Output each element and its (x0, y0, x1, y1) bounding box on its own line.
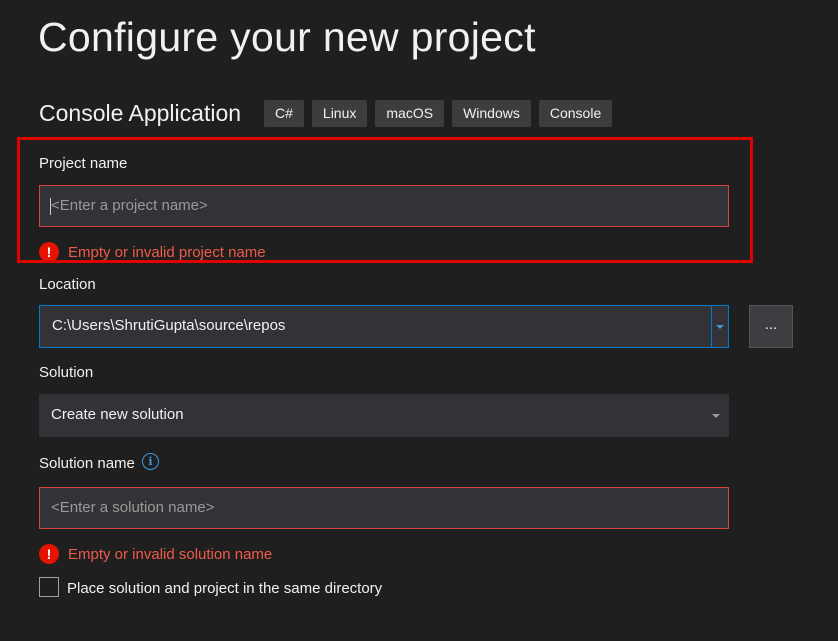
chevron-down-icon (716, 324, 724, 329)
same-directory-checkbox[interactable] (39, 577, 59, 597)
location-value: C:\Users\ShrutiGupta\source\repos (52, 317, 286, 334)
template-name: Console Application (39, 100, 242, 126)
solution-select[interactable]: Create new solution (39, 394, 729, 437)
solution-label: Solution (39, 364, 94, 381)
solution-name-error: ! Empty or invalid solution name (39, 544, 272, 564)
tag-windows: Windows (452, 100, 531, 127)
error-icon: ! (39, 544, 59, 564)
solution-name-error-text: Empty or invalid solution name (68, 545, 273, 563)
info-icon[interactable]: i (142, 453, 159, 470)
tag-linux: Linux (311, 100, 368, 127)
browse-button[interactable]: ... (749, 305, 793, 348)
chevron-down-icon (712, 413, 720, 418)
project-name-error: ! Empty or invalid project name (39, 242, 266, 262)
location-label: Location (39, 276, 96, 293)
text-cursor (50, 198, 51, 215)
solution-selected: Create new solution (51, 406, 184, 423)
solution-name-placeholder: <Enter a solution name> (51, 499, 215, 516)
solution-dropdown-button[interactable] (708, 395, 724, 436)
project-name-label: Project name (39, 155, 128, 172)
location-combobox[interactable]: C:\Users\ShrutiGupta\source\repos (39, 305, 729, 348)
project-name-placeholder: <Enter a project name> (51, 197, 208, 214)
tag-console: Console (538, 100, 613, 127)
solution-name-label: Solution name (39, 455, 135, 472)
location-dropdown-button[interactable] (711, 306, 728, 347)
error-icon: ! (39, 242, 59, 262)
project-name-input[interactable]: <Enter a project name> (39, 185, 729, 227)
tag-csharp: C# (264, 100, 304, 127)
page-title: Configure your new project (38, 14, 536, 60)
same-directory-label[interactable]: Place solution and project in the same d… (67, 580, 382, 597)
tag-macos: macOS (375, 100, 445, 127)
project-name-error-text: Empty or invalid project name (68, 243, 266, 261)
solution-name-input[interactable]: <Enter a solution name> (39, 487, 729, 529)
template-tags: C# Linux macOS Windows Console (264, 100, 613, 127)
